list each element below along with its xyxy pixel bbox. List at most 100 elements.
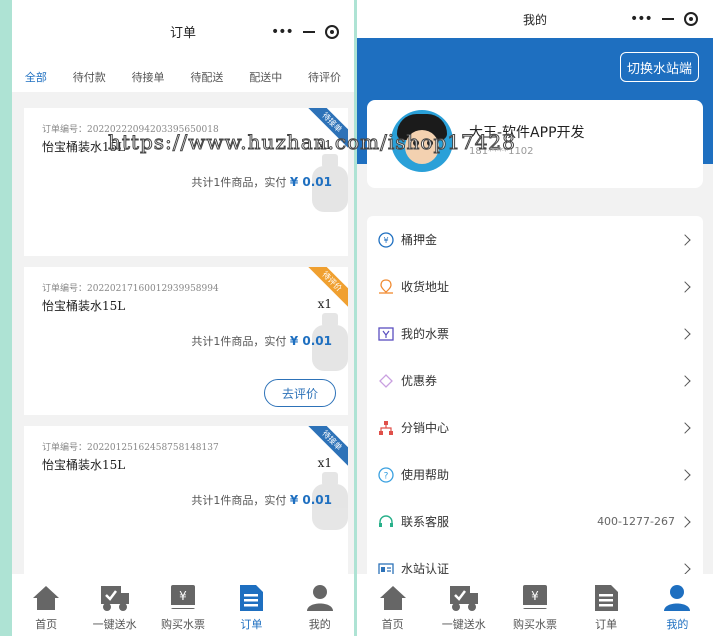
menu-label: 联系客服 xyxy=(401,515,450,529)
close-target-icon[interactable] xyxy=(324,25,339,39)
svg-text:¥: ¥ xyxy=(179,589,187,603)
order-card[interactable]: 待接单 订单编号：20220125162458758148137 怡宝桶装水15… xyxy=(24,426,348,574)
review-button[interactable]: 去评价 xyxy=(264,379,336,407)
menu-label: 桶押金 xyxy=(401,233,438,247)
ticket-icon xyxy=(377,325,395,343)
service-phone: 400-1277-267 xyxy=(597,515,675,528)
product-qty: x1 xyxy=(317,138,332,152)
svg-text:¥: ¥ xyxy=(383,236,388,245)
order-number: 订单编号：20220217160012939958994 xyxy=(42,284,219,294)
order-summary: 共计1件商品，实付 ¥ 0.01 xyxy=(191,492,332,508)
tabbar-label: 首页 xyxy=(35,618,58,631)
home-icon xyxy=(30,582,62,614)
svg-text:¥: ¥ xyxy=(531,589,539,603)
ticket-yen-icon: ¥ xyxy=(519,582,551,614)
product-name: 怡宝桶装水15L xyxy=(42,299,126,313)
profile-menu: ¥ 桶押金 收货地址 我的水票 优惠券 分销中心 ? 使用帮助 联系客服 400… xyxy=(367,216,703,592)
tabbar-orders[interactable]: 订单 xyxy=(576,582,636,632)
chevron-right-icon xyxy=(679,233,691,246)
order-summary: 共计1件商品，实付 ¥ 0.01 xyxy=(191,333,332,349)
miniprogram-capsule: ••• xyxy=(266,17,344,47)
help-icon: ? xyxy=(377,466,395,484)
tabbar-label: 购买水票 xyxy=(512,618,557,631)
tabbar-label: 一键送水 xyxy=(441,618,486,631)
menu-item-distribution[interactable]: 分销中心 xyxy=(367,404,703,451)
order-card[interactable]: 待接单 订单编号：20220222094203395650018 怡宝桶装水15… xyxy=(24,108,348,256)
chevron-right-icon xyxy=(679,562,691,575)
orders-screen: 订单 ••• 全部 待付款 待接单 待配送 配送中 待评价 待接单 订单编号：2… xyxy=(12,0,354,636)
tabbar-label: 订单 xyxy=(240,618,263,631)
tabbar-home[interactable]: 首页 xyxy=(363,582,423,632)
tab-pending-accept[interactable]: 待接单 xyxy=(132,69,165,85)
tab-pending-delivery[interactable]: 待配送 xyxy=(190,69,223,85)
close-target-icon[interactable] xyxy=(683,12,698,26)
more-icon[interactable]: ••• xyxy=(630,11,653,27)
chevron-right-icon xyxy=(679,468,691,481)
order-status-tabs: 全部 待付款 待接单 待配送 配送中 待评价 xyxy=(12,62,354,92)
bottom-tab-bar: 首页 一键送水 ¥ 购买水票 订单 我的 xyxy=(357,574,713,636)
menu-item-coupons[interactable]: 优惠券 xyxy=(367,357,703,404)
miniprogram-capsule: ••• xyxy=(625,4,703,34)
menu-label: 分销中心 xyxy=(401,421,450,435)
summary-text: 共计1件商品，实付 xyxy=(191,176,287,189)
document-list-icon xyxy=(235,582,267,614)
user-card[interactable]: 大王-软件APP开发 181****1102 xyxy=(367,100,703,188)
tab-all[interactable]: 全部 xyxy=(25,69,47,85)
tab-pending-payment[interactable]: 待付款 xyxy=(73,69,106,85)
chevron-right-icon xyxy=(679,280,691,293)
profile-screen: 我的 ••• 切换水站端 大王-软件APP开发 181****1102 ¥ 桶押… xyxy=(357,0,713,636)
user-phone: 181****1102 xyxy=(469,146,534,157)
headset-icon xyxy=(377,513,395,531)
tab-pending-review[interactable]: 待评价 xyxy=(308,69,341,85)
user-icon xyxy=(661,582,693,614)
tabbar-buy-ticket[interactable]: ¥ 购买水票 xyxy=(153,582,213,632)
more-icon[interactable]: ••• xyxy=(271,24,294,40)
tabbar-label: 订单 xyxy=(595,618,618,631)
network-icon xyxy=(377,419,395,437)
menu-item-address[interactable]: 收货地址 xyxy=(367,263,703,310)
menu-label: 收货地址 xyxy=(401,280,450,294)
summary-text: 共计1件商品，实付 xyxy=(191,494,287,507)
avatar[interactable] xyxy=(391,110,453,172)
product-name: 怡宝桶装水15L xyxy=(42,140,126,154)
menu-item-service[interactable]: 联系客服 400-1277-267 xyxy=(367,498,703,545)
menu-item-help[interactable]: ? 使用帮助 xyxy=(367,451,703,498)
tab-delivering[interactable]: 配送中 xyxy=(249,69,282,85)
tabbar-mine[interactable]: 我的 xyxy=(647,582,707,632)
tabbar-label: 我的 xyxy=(308,618,331,631)
tabbar-delivery[interactable]: 一键送水 xyxy=(85,582,145,632)
chevron-right-icon xyxy=(679,327,691,340)
location-icon xyxy=(377,278,395,296)
menu-item-tickets[interactable]: 我的水票 xyxy=(367,310,703,357)
coupon-icon xyxy=(377,372,395,390)
tabbar-label: 购买水票 xyxy=(160,618,205,631)
home-icon xyxy=(377,582,409,614)
minimize-icon[interactable] xyxy=(302,31,315,33)
order-summary: 共计1件商品，实付 ¥ 0.01 xyxy=(191,174,332,190)
tabbar-orders[interactable]: 订单 xyxy=(221,582,281,632)
menu-label: 我的水票 xyxy=(401,327,450,341)
order-number: 订单编号：20220222094203395650018 xyxy=(42,125,219,135)
yen-circle-icon: ¥ xyxy=(377,231,395,249)
summary-text: 共计1件商品，实付 xyxy=(191,335,287,348)
tabbar-buy-ticket[interactable]: ¥ 购买水票 xyxy=(505,582,565,632)
minimize-icon[interactable] xyxy=(661,18,674,20)
user-icon xyxy=(304,582,336,614)
order-price: ¥ 0.01 xyxy=(289,334,332,348)
tabbar-mine[interactable]: 我的 xyxy=(290,582,350,632)
user-name: 大王-软件APP开发 xyxy=(469,125,585,141)
menu-item-deposit[interactable]: ¥ 桶押金 xyxy=(367,216,703,263)
tabbar-label: 首页 xyxy=(381,618,404,631)
order-card[interactable]: 待评价 订单编号：20220217160012939958994 怡宝桶装水15… xyxy=(24,267,348,415)
tabbar-label: 一键送水 xyxy=(92,618,137,631)
switch-station-button[interactable]: 切换水站端 xyxy=(619,52,699,82)
truck-icon xyxy=(99,582,131,614)
tabbar-label: 我的 xyxy=(666,618,689,631)
product-qty: x1 xyxy=(317,297,332,311)
chevron-right-icon xyxy=(679,374,691,387)
ticket-yen-icon: ¥ xyxy=(167,582,199,614)
chevron-right-icon xyxy=(679,421,691,434)
tabbar-home[interactable]: 首页 xyxy=(16,582,76,632)
tabbar-delivery[interactable]: 一键送水 xyxy=(434,582,494,632)
document-list-icon xyxy=(590,582,622,614)
